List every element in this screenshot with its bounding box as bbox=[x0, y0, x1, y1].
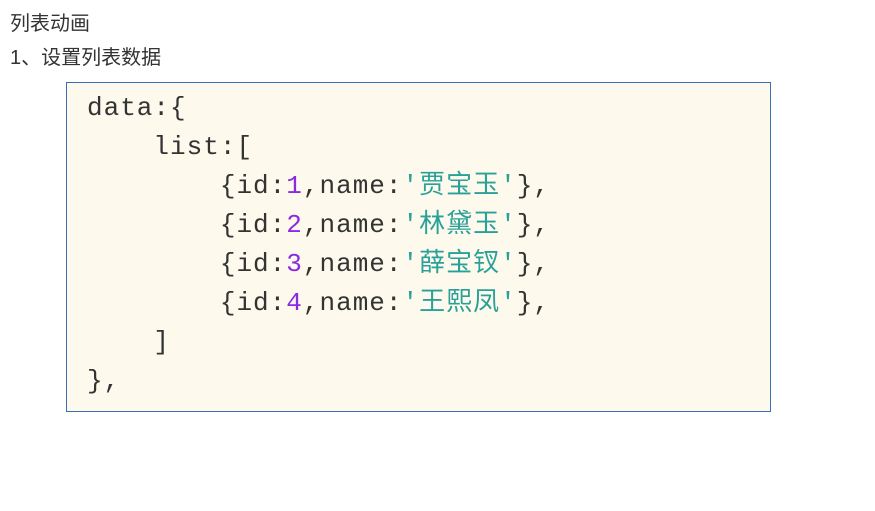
token-name-label: name bbox=[319, 210, 385, 240]
token-name-label: name bbox=[319, 249, 385, 279]
token-open-curly: { bbox=[220, 210, 237, 240]
token-name-label: name bbox=[319, 171, 385, 201]
token-open-curly: { bbox=[220, 249, 237, 279]
token-colon: : bbox=[270, 210, 287, 240]
token-close-bracket: ] bbox=[153, 327, 170, 357]
token-trailing-comma: , bbox=[533, 210, 550, 240]
token-data: data bbox=[87, 93, 153, 123]
token-close-brace: } bbox=[87, 366, 104, 396]
token-colon: : bbox=[386, 210, 403, 240]
token-open-curly: { bbox=[220, 288, 237, 318]
code-block: data:{ list:[ {id:1,name:'贾宝玉'}, {id:2,n… bbox=[87, 89, 750, 401]
token-name-value: 薛宝钗 bbox=[419, 249, 500, 279]
token-trailing-comma: , bbox=[533, 249, 550, 279]
token-name-value: 贾宝玉 bbox=[419, 171, 500, 201]
token-colon: : bbox=[270, 288, 287, 318]
token-colon: : bbox=[386, 249, 403, 279]
token-close-curly: } bbox=[517, 210, 534, 240]
token-quote: ' bbox=[500, 210, 517, 240]
token-close-curly: } bbox=[517, 288, 534, 318]
token-trailing-comma: , bbox=[533, 171, 550, 201]
subheading-text: 1、设置列表数据 bbox=[10, 42, 865, 74]
token-indent bbox=[87, 249, 220, 279]
token-colon: : bbox=[153, 93, 170, 123]
token-id-label: id bbox=[236, 210, 269, 240]
token-indent bbox=[87, 132, 153, 162]
token-indent bbox=[87, 288, 220, 318]
token-quote: ' bbox=[403, 171, 420, 201]
token-name-value: 林黛玉 bbox=[419, 210, 500, 240]
token-close-curly: } bbox=[517, 249, 534, 279]
token-quote: ' bbox=[500, 288, 517, 318]
token-open-brace: { bbox=[170, 93, 187, 123]
token-comma: , bbox=[104, 366, 121, 396]
token-name-value: 王熙凤 bbox=[419, 288, 500, 318]
token-close-curly: } bbox=[517, 171, 534, 201]
token-open-curly: { bbox=[220, 171, 237, 201]
token-trailing-comma: , bbox=[533, 288, 550, 318]
token-id-label: id bbox=[236, 288, 269, 318]
token-id-value: 4 bbox=[286, 288, 303, 318]
token-indent bbox=[87, 171, 220, 201]
token-quote: ' bbox=[403, 288, 420, 318]
heading-text: 列表动画 bbox=[10, 8, 865, 40]
token-quote: ' bbox=[500, 249, 517, 279]
token-id-value: 2 bbox=[286, 210, 303, 240]
token-indent bbox=[87, 210, 220, 240]
token-name-label: name bbox=[319, 288, 385, 318]
token-id-label: id bbox=[236, 249, 269, 279]
token-comma: , bbox=[303, 249, 320, 279]
token-id-value: 3 bbox=[286, 249, 303, 279]
token-id-value: 1 bbox=[286, 171, 303, 201]
code-block-container: data:{ list:[ {id:1,name:'贾宝玉'}, {id:2,n… bbox=[66, 82, 771, 412]
token-quote: ' bbox=[403, 249, 420, 279]
token-indent bbox=[87, 327, 153, 357]
token-comma: , bbox=[303, 210, 320, 240]
token-comma: , bbox=[303, 171, 320, 201]
token-quote: ' bbox=[403, 210, 420, 240]
token-colon: : bbox=[270, 249, 287, 279]
token-list: list bbox=[153, 132, 219, 162]
token-colon: : bbox=[270, 171, 287, 201]
token-colon: : bbox=[386, 288, 403, 318]
token-open-bracket: [ bbox=[236, 132, 253, 162]
token-quote: ' bbox=[500, 171, 517, 201]
token-colon: : bbox=[386, 171, 403, 201]
token-id-label: id bbox=[236, 171, 269, 201]
token-comma: , bbox=[303, 288, 320, 318]
token-colon: : bbox=[220, 132, 237, 162]
